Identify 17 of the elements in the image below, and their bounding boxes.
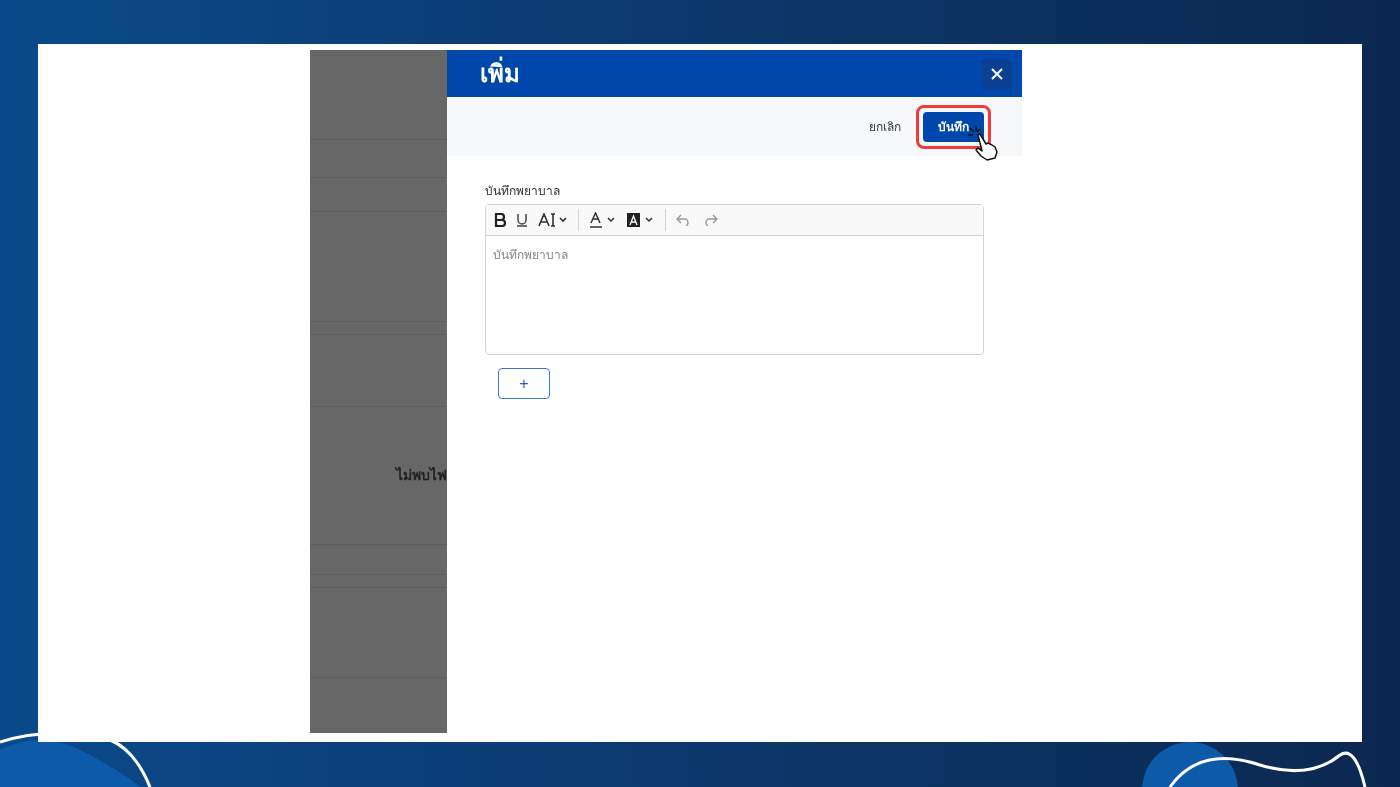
text-color-icon[interactable] (589, 212, 617, 228)
field-label: บันทึกพยาบาล (485, 183, 561, 200)
dialog-title: เพิ่ม (480, 55, 520, 92)
empty-message: ไม่พบไฟ (396, 466, 447, 485)
bold-icon[interactable] (494, 213, 506, 227)
highlight-color-icon[interactable] (627, 213, 655, 227)
note-text-area[interactable]: บันทึกพยาบาล (486, 236, 983, 354)
undo-icon[interactable] (676, 214, 692, 226)
redo-icon[interactable] (702, 214, 718, 226)
rich-text-editor[interactable]: บันทึกพยาบาล (485, 204, 984, 355)
cancel-button[interactable]: ยกเลิก (869, 111, 901, 142)
add-button[interactable]: + (498, 368, 550, 399)
close-icon (990, 66, 1004, 81)
save-button[interactable]: บันทึก (923, 111, 984, 142)
font-size-icon[interactable] (538, 213, 568, 227)
underline-icon[interactable] (516, 213, 528, 227)
close-button[interactable] (982, 58, 1012, 89)
